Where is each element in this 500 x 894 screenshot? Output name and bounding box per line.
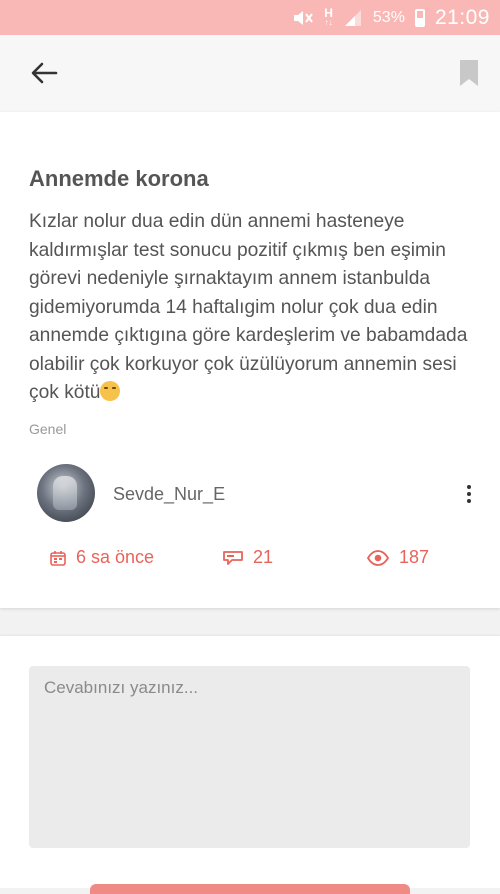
post-body-text: Kızlar nolur dua edin dün annemi hastene…	[29, 211, 468, 403]
more-options-button[interactable]	[462, 483, 476, 505]
comment-icon	[223, 550, 243, 565]
worried-face-emoji	[100, 381, 121, 401]
battery-percent: 53%	[372, 8, 405, 26]
arrow-left-icon	[31, 62, 58, 84]
mute-icon	[294, 10, 314, 25]
reply-section	[0, 636, 500, 894]
kebab-dot-icon	[467, 499, 471, 503]
avatar[interactable]	[37, 464, 95, 522]
post-title: Annemde korona	[29, 166, 209, 191]
status-bar: H ↑↓ 53% 21:09	[0, 0, 500, 35]
post-card: Annemde korona Kızlar nolur dua edin dün…	[0, 112, 500, 608]
submit-button[interactable]	[90, 884, 410, 894]
author-username[interactable]: Sevde_Nur_E	[113, 484, 225, 505]
bookmark-button[interactable]	[458, 59, 480, 87]
stat-comments[interactable]: 21	[223, 547, 273, 568]
status-icons: H ↑↓ 53% 21:09	[292, 0, 490, 35]
app-bar	[0, 35, 500, 112]
battery-icon	[414, 8, 425, 27]
back-button[interactable]	[30, 62, 58, 84]
stat-time: 6 sa önce	[50, 547, 154, 568]
post-body: Kızlar nolur dua edin dün annemi hastene…	[29, 208, 479, 408]
post-stats: 6 sa önce 21 187	[0, 547, 500, 571]
reply-input[interactable]	[29, 666, 470, 848]
post-category[interactable]: Genel	[29, 421, 66, 437]
stat-time-value: 6 sa önce	[76, 547, 155, 567]
network-type: H ↑↓	[324, 5, 333, 27]
kebab-dot-icon	[467, 492, 471, 496]
kebab-dot-icon	[467, 485, 471, 489]
stat-comments-value: 21	[253, 547, 274, 567]
stat-views: 187	[367, 547, 429, 568]
calendar-icon	[50, 550, 66, 566]
clock: 21:09	[434, 5, 490, 29]
eye-icon	[367, 549, 389, 566]
signal-icon	[344, 9, 361, 26]
bookmark-icon	[460, 60, 478, 86]
stat-views-value: 187	[399, 547, 430, 567]
